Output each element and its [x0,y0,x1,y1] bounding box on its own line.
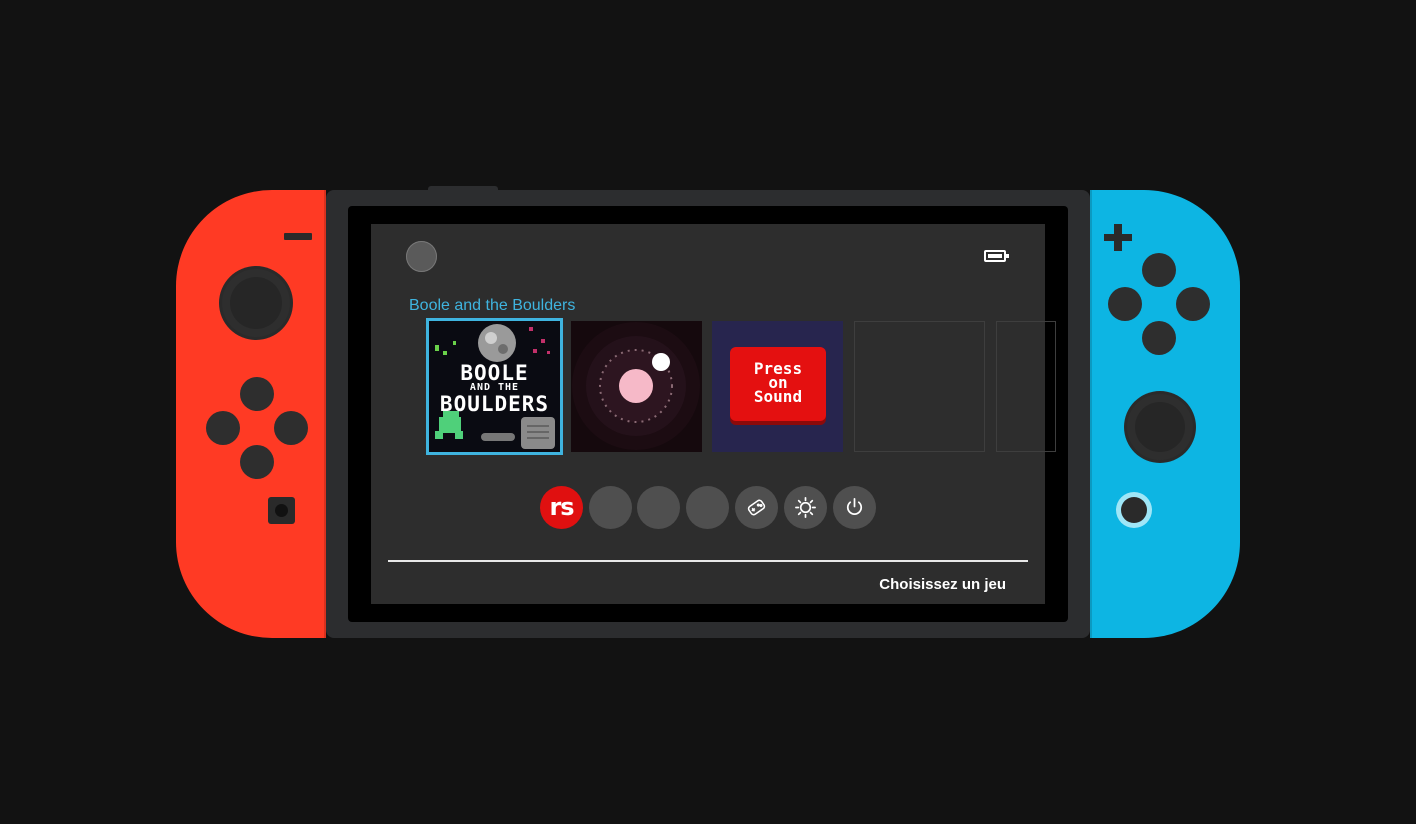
game-tile-orbit[interactable] [571,321,702,452]
settings-button[interactable] [784,486,827,529]
game-art-title-line3: Sound [753,387,803,406]
rs-app-button[interactable]: rs [540,486,583,529]
game-tile-empty[interactable] [854,321,985,452]
selected-game-title: Boole and the Boulders [409,297,576,314]
capture-button[interactable] [268,497,295,524]
plus-button-vertical[interactable] [1114,224,1122,251]
x-button[interactable] [1142,253,1176,287]
y-button[interactable] [1108,287,1142,321]
dock-button-blank[interactable] [637,486,680,529]
dpad-left-button[interactable] [206,411,240,445]
battery-icon [984,250,1009,262]
footer-divider [388,560,1028,562]
dock-button-blank[interactable] [589,486,632,529]
footer-hint: Choisissez un jeu [879,576,1006,593]
home-button[interactable] [1116,492,1152,528]
press-on-sound-logo: Press on Sound [730,347,826,421]
settings-icon [795,497,816,518]
b-button[interactable] [1142,321,1176,355]
a-button[interactable] [1176,287,1210,321]
power-button[interactable] [833,486,876,529]
dpad-up-button[interactable] [240,377,274,411]
minus-button[interactable] [284,233,312,240]
controllers-button[interactable] [735,486,778,529]
power-icon [846,498,863,515]
right-stick[interactable] [1127,394,1193,460]
user-avatar[interactable] [406,241,437,272]
left-stick[interactable] [222,269,290,337]
game-tile-empty[interactable] [996,321,1056,452]
game-art-title-line3: BOULDERS [439,392,550,416]
orbit-art-icon [572,322,700,450]
game-tile-boole[interactable]: BOOLE AND THE BOULDERS [426,318,563,455]
dpad-down-button[interactable] [240,445,274,479]
dock-button-blank[interactable] [686,486,729,529]
left-joycon [176,190,326,638]
rs-app-label: rs [549,493,574,521]
dpad-right-button[interactable] [274,411,308,445]
controller-icon [747,499,766,516]
game-tile-press-on-sound[interactable]: Press on Sound [712,321,843,452]
